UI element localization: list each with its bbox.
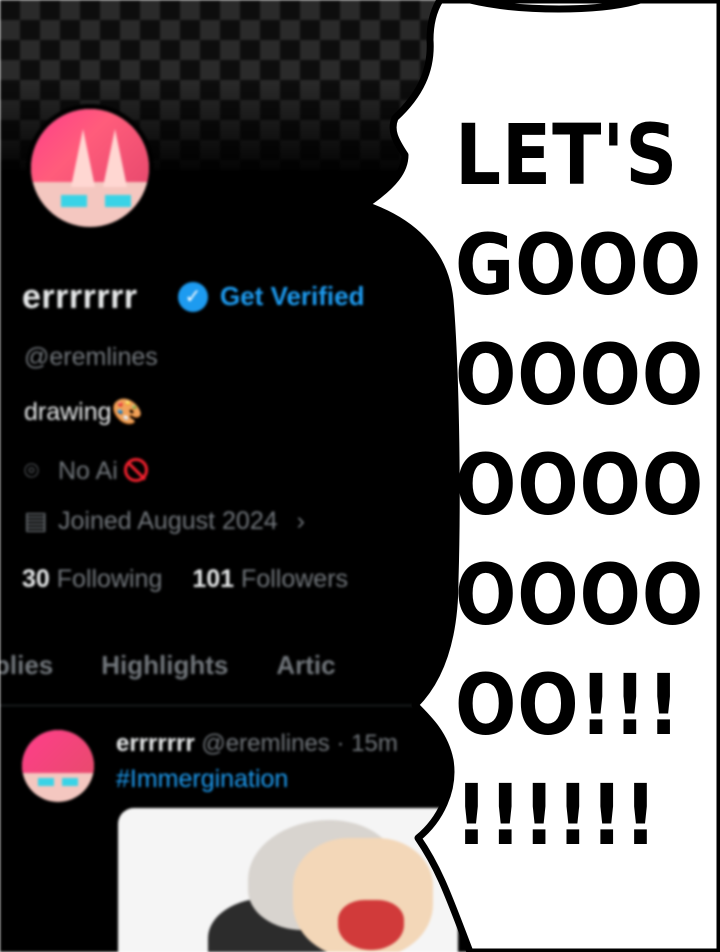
comic-panel: errrrrrr ✓ Get Verified @eremlines drawi…	[0, 0, 720, 952]
shout-line: OOOO	[455, 546, 705, 644]
shout-line: LET'S	[455, 106, 679, 204]
shout-line: OO!!!	[455, 656, 681, 754]
shout-line: !!!!!!	[455, 766, 658, 864]
shout-line: OOOO	[455, 326, 705, 424]
shout-line: OOOO	[455, 436, 705, 534]
shout-text: LET'S GOOO OOOO OOOO OOOO OO!!! !!!!!!	[455, 100, 703, 870]
shout-line: GOOO	[455, 216, 702, 314]
